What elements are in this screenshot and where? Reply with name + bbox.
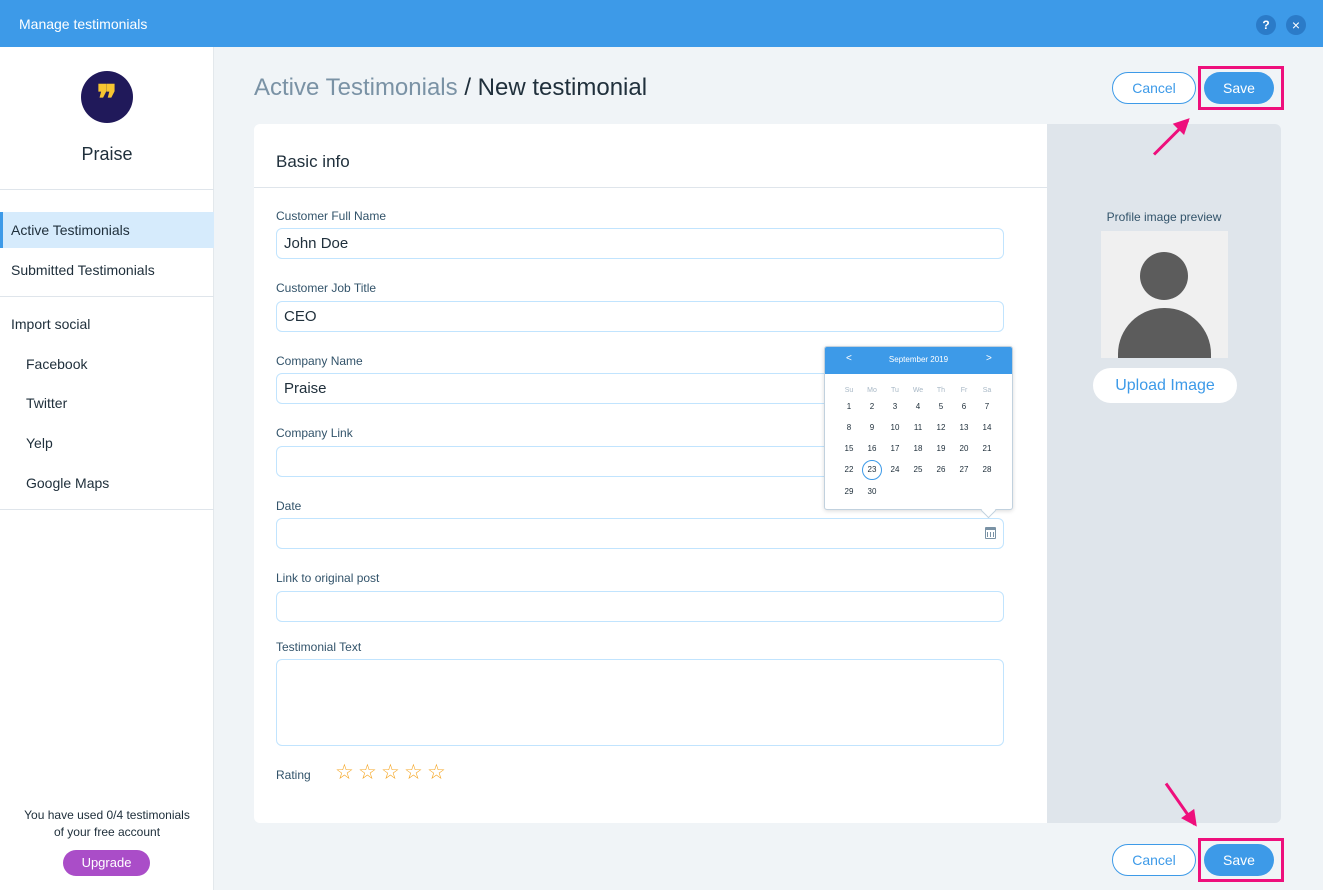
window-title: Manage testimonials	[19, 16, 148, 32]
rating-stars: ☆ ☆ ☆ ☆ ☆	[335, 761, 450, 785]
calendar-weekday: Fr	[960, 387, 968, 394]
calendar-weekday: Su	[844, 387, 854, 394]
calendar-day[interactable]: 22	[839, 465, 859, 474]
preview-label: Profile image preview	[1106, 210, 1222, 224]
calendar-day[interactable]: 14	[977, 423, 997, 432]
calendar-weekday: Th	[936, 387, 946, 394]
job-title-input[interactable]: CEO	[276, 301, 1004, 332]
star-icon[interactable]: ☆	[358, 761, 381, 785]
usage-line-2: of your free account	[53, 825, 161, 839]
calendar-day[interactable]: 18	[908, 444, 928, 453]
sidebar-section-import-social: Import social	[11, 316, 91, 332]
sidebar-item-facebook[interactable]: Facebook	[0, 346, 214, 382]
calendar-day[interactable]: 25	[908, 465, 928, 474]
full-name-label: Customer Full Name	[276, 209, 387, 223]
breadcrumb-parent-link[interactable]: Active Testimonials	[254, 74, 458, 101]
full-name-input[interactable]: John Doe	[276, 228, 1004, 259]
title-bar: Manage testimonials ? ×	[0, 0, 1323, 47]
calendar-day[interactable]: 5	[931, 402, 951, 411]
calendar-day[interactable]: 26	[931, 465, 951, 474]
calendar-day[interactable]: 13	[954, 423, 974, 432]
calendar-header: < September 2019 >	[825, 347, 1012, 374]
sidebar-divider	[0, 509, 214, 510]
usage-info: You have used 0/4 testimonials of your f…	[0, 807, 214, 841]
sidebar-item-active-testimonials[interactable]: Active Testimonials	[0, 212, 214, 248]
calendar-day[interactable]: 7	[977, 402, 997, 411]
footer-cancel-button[interactable]: Cancel	[1112, 844, 1196, 876]
calendar-day[interactable]: 3	[885, 402, 905, 411]
calendar-day[interactable]: 30	[862, 487, 882, 496]
calendar-month-label: September 2019	[888, 355, 949, 364]
calendar-day[interactable]: 1	[839, 402, 859, 411]
star-icon[interactable]: ☆	[335, 761, 358, 785]
calendar-icon[interactable]	[985, 527, 996, 539]
section-title: Basic info	[276, 152, 350, 171]
calendar-day[interactable]: 4	[908, 402, 928, 411]
avatar-placeholder	[1101, 231, 1228, 358]
footer-save-button[interactable]: Save	[1204, 844, 1274, 876]
company-name-label: Company Name	[276, 354, 363, 368]
original-post-input[interactable]	[276, 591, 1004, 622]
original-post-label: Link to original post	[276, 571, 380, 585]
help-icon[interactable]: ?	[1256, 15, 1276, 35]
upgrade-button[interactable]: Upgrade	[63, 850, 150, 876]
calendar-day-selected[interactable]: 23	[862, 460, 882, 480]
sidebar-divider	[0, 296, 214, 297]
calendar-day[interactable]: 27	[954, 465, 974, 474]
sidebar: ❞ Praise Active Testimonials Submitted T…	[0, 47, 214, 890]
testimonial-text-area[interactable]	[276, 659, 1004, 746]
calendar-day[interactable]: 19	[931, 444, 951, 453]
card-divider	[254, 187, 1047, 188]
calendar-day[interactable]: 12	[931, 423, 951, 432]
date-input[interactable]	[276, 518, 1004, 549]
star-icon[interactable]: ☆	[404, 761, 427, 785]
sidebar-item-twitter[interactable]: Twitter	[0, 385, 214, 421]
calendar-day[interactable]: 16	[862, 444, 882, 453]
calendar-day[interactable]: 20	[954, 444, 974, 453]
upload-image-button[interactable]: Upload Image	[1093, 368, 1237, 403]
calendar-day[interactable]: 6	[954, 402, 974, 411]
calendar-day[interactable]: 21	[977, 444, 997, 453]
calendar-next-button[interactable]: >	[986, 353, 992, 364]
calendar-day[interactable]: 29	[839, 487, 859, 496]
calendar-day[interactable]: 10	[885, 423, 905, 432]
brand-name: Praise	[81, 144, 133, 164]
calendar-weekday: Tu	[891, 387, 899, 394]
sidebar-divider	[0, 189, 214, 190]
calendar-day[interactable]: 15	[839, 444, 859, 453]
date-label: Date	[276, 499, 302, 513]
save-button[interactable]: Save	[1204, 72, 1274, 104]
calendar-weekday: We	[912, 387, 924, 394]
date-picker-popup: < September 2019 > Su Mo Tu We Th Fr Sa 1 2 3 4 5 6 7…	[824, 346, 1013, 519]
calendar-weekday: Sa	[982, 387, 992, 394]
calendar-day[interactable]: 17	[885, 444, 905, 453]
sidebar-item-google-maps[interactable]: Google Maps	[0, 465, 214, 501]
star-icon[interactable]: ☆	[381, 761, 404, 785]
testimonial-text-label: Testimonial Text	[276, 640, 362, 654]
calendar-day[interactable]: 28	[977, 465, 997, 474]
avatar-body-icon	[1118, 308, 1211, 358]
avatar-head-icon	[1140, 252, 1188, 300]
calendar-day[interactable]: 9	[862, 423, 882, 432]
page-title: New testimonial	[477, 74, 648, 101]
job-title-label: Customer Job Title	[276, 281, 377, 295]
profile-preview-panel: Profile image preview Upload Image	[1047, 124, 1281, 823]
breadcrumb-separator: /	[464, 74, 471, 101]
sidebar-item-yelp[interactable]: Yelp	[0, 425, 214, 461]
calendar-day[interactable]: 8	[839, 423, 859, 432]
calendar-weekday: Mo	[867, 387, 877, 394]
calendar-day[interactable]: 11	[908, 423, 928, 432]
star-icon[interactable]: ☆	[427, 761, 450, 785]
usage-line-1: You have used 0/4 testimonials	[24, 808, 190, 822]
breadcrumb: Active Testimonials / New testimonial	[254, 74, 647, 102]
cancel-button[interactable]: Cancel	[1112, 72, 1196, 104]
sidebar-item-submitted-testimonials[interactable]: Submitted Testimonials	[0, 252, 214, 288]
praise-logo-icon: ❞	[81, 71, 133, 123]
company-link-label: Company Link	[276, 426, 353, 440]
calendar-day[interactable]: 24	[885, 465, 905, 474]
rating-label: Rating	[276, 768, 311, 782]
calendar-day[interactable]: 2	[862, 402, 882, 411]
close-icon[interactable]: ×	[1286, 15, 1306, 35]
quote-icon: ❞	[96, 76, 118, 121]
